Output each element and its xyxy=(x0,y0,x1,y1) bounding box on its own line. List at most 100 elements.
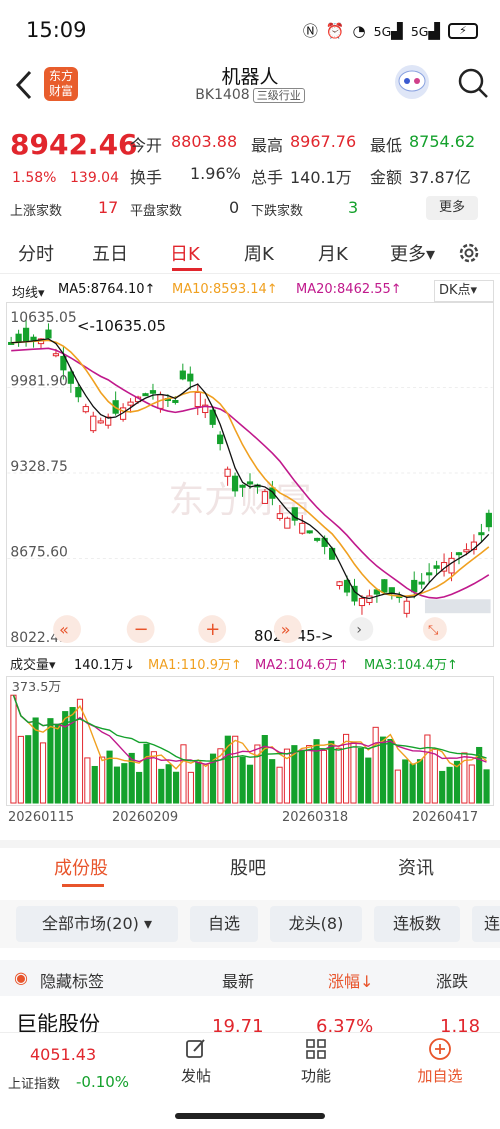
volume-bar xyxy=(195,762,202,804)
volume-bar xyxy=(121,763,128,804)
sector-code-text: BK1408 xyxy=(195,87,250,103)
volume-bar xyxy=(165,764,172,804)
filter-leaders[interactable]: 龙头(8) xyxy=(270,906,362,942)
candlestick-chart[interactable]: 东方财富 10635.05 9981.90 9328.75 8675.60 80… xyxy=(6,302,494,647)
svg-text:»: » xyxy=(281,620,291,639)
high-value: 8967.76 xyxy=(290,132,357,151)
index-name[interactable]: 上证指数 xyxy=(8,1073,60,1092)
tab-constituents[interactable]: 成份股 xyxy=(54,854,108,880)
tab-news[interactable]: 资讯 xyxy=(398,854,434,880)
plus-circle-icon xyxy=(429,1038,451,1060)
column-change-pct[interactable]: 涨幅↓ xyxy=(328,968,373,992)
candle-body xyxy=(127,401,134,406)
tab-daily-k[interactable]: 日K xyxy=(170,240,200,266)
svg-text:⤡: ⤡ xyxy=(428,623,439,638)
nfc-icon: Ⓝ xyxy=(302,22,318,40)
open-value: 8803.88 xyxy=(171,132,238,151)
volume-bar xyxy=(76,698,84,804)
gear-icon[interactable] xyxy=(456,240,482,266)
stock-latest: 19.71 xyxy=(212,1016,264,1032)
volume-indicator-selector[interactable]: 成交量▾ xyxy=(10,654,56,673)
chart-controls: « − + » › ⤡ xyxy=(53,615,447,644)
volume-bar xyxy=(150,751,157,804)
volume-bar xyxy=(416,759,424,804)
volume-ma1: MA1:110.9万↑ xyxy=(148,658,242,673)
function-button[interactable]: 功能 xyxy=(296,1037,336,1086)
active-tab-indicator xyxy=(172,268,202,271)
signal-icon-2: 5G▟ xyxy=(410,21,440,40)
candle-body xyxy=(217,434,224,445)
turnover-label: 换手 xyxy=(130,168,163,187)
candle-body xyxy=(276,513,283,519)
volume-bar xyxy=(47,718,54,804)
candle-body xyxy=(187,373,194,382)
dk-point-selector[interactable]: DK点▾ xyxy=(434,280,494,302)
volume-chart[interactable]: 373.5万 xyxy=(6,676,494,806)
candle-body xyxy=(239,484,246,488)
tab-five-day[interactable]: 五日 xyxy=(92,240,128,266)
index-change: -0.10% xyxy=(76,1073,130,1091)
tab-forum[interactable]: 股吧 xyxy=(230,854,266,880)
status-icons: Ⓝ ⏰ ◔ 5G▟ 5G▟ ⚡ xyxy=(303,20,478,41)
date-label-4: 20260417 xyxy=(412,810,479,825)
price-axis-4: 8675.60 xyxy=(10,545,68,561)
tab-intraday[interactable]: 分时 xyxy=(18,240,54,266)
volume-bar xyxy=(136,771,143,804)
candle-body xyxy=(172,399,179,403)
search-icon[interactable] xyxy=(456,66,490,100)
change-value: 139.04 xyxy=(70,170,119,186)
volume-bar xyxy=(483,769,490,804)
volume-value: 140.1万 xyxy=(290,168,352,187)
candle-body xyxy=(336,581,343,586)
tab-more[interactable]: 更多▾ xyxy=(390,240,435,266)
signal-icon: 5G▟ xyxy=(373,21,403,40)
table-row[interactable]: 巨能股份 19.71 6.37% 1.18 xyxy=(0,1000,500,1032)
tab-weekly-k[interactable]: 周K xyxy=(244,240,274,266)
edit-icon xyxy=(186,1039,205,1058)
candle-body xyxy=(261,491,269,504)
ma20-value: MA20:8462.55↑ xyxy=(296,282,402,297)
filter-favorites[interactable]: 自选 xyxy=(190,906,258,942)
volume-bar xyxy=(39,742,47,804)
stock-name: 巨能股份 xyxy=(16,1012,100,1032)
current-price: 8942.46 xyxy=(10,128,138,161)
candle-body xyxy=(224,468,231,477)
column-change[interactable]: 涨跌 xyxy=(436,968,468,992)
ma5-line xyxy=(11,338,490,600)
date-label-1: 20260115 xyxy=(8,810,75,825)
amount-label: 金额 xyxy=(370,168,403,187)
filter-more[interactable]: 连 xyxy=(472,906,500,942)
candle-body xyxy=(381,579,388,593)
post-label: 发帖 xyxy=(180,1067,211,1085)
ma-type-selector[interactable]: 均线▾ xyxy=(12,282,45,301)
candle-body xyxy=(485,512,492,528)
column-latest[interactable]: 最新 xyxy=(222,968,254,992)
robot-assistant-icon[interactable] xyxy=(392,62,432,102)
volume-ma2: MA2:104.6万↑ xyxy=(255,658,349,673)
more-button[interactable]: 更多 xyxy=(426,196,478,220)
filter-consecutive-limit[interactable]: 连板数 xyxy=(374,906,460,942)
hide-tags-toggle[interactable]: 隐藏标签 xyxy=(40,968,104,992)
chart-grid xyxy=(7,387,493,560)
volume-bar xyxy=(17,735,24,804)
volume-bar xyxy=(276,766,283,804)
candle-body xyxy=(15,333,22,343)
eye-icon[interactable]: ◉ xyxy=(14,968,28,987)
list-header: ◉ 隐藏标签 最新 涨幅↓ 涨跌 xyxy=(0,960,500,996)
volume-bar xyxy=(320,749,328,804)
volume-bar xyxy=(180,744,187,804)
candle-body xyxy=(328,547,336,560)
post-button[interactable]: 发帖 xyxy=(176,1037,216,1086)
add-favorite-button[interactable]: 加自选 xyxy=(412,1037,468,1086)
flat-count: 0 xyxy=(229,198,240,217)
ma10-value: MA10:8593.14↑ xyxy=(172,282,278,297)
status-time: 15:09 xyxy=(26,18,87,42)
candle-body xyxy=(90,415,97,432)
index-value[interactable]: 4051.43 xyxy=(30,1045,96,1064)
active-subtab-indicator xyxy=(62,884,104,887)
date-axis: 20260115 20260209 20260318 20260417 xyxy=(0,810,500,830)
tab-monthly-k[interactable]: 月K xyxy=(318,240,348,266)
home-indicator xyxy=(175,1113,325,1119)
candle-body xyxy=(366,595,373,603)
market-filter-dropdown[interactable]: 全部市场(20) ▾ xyxy=(16,906,178,942)
